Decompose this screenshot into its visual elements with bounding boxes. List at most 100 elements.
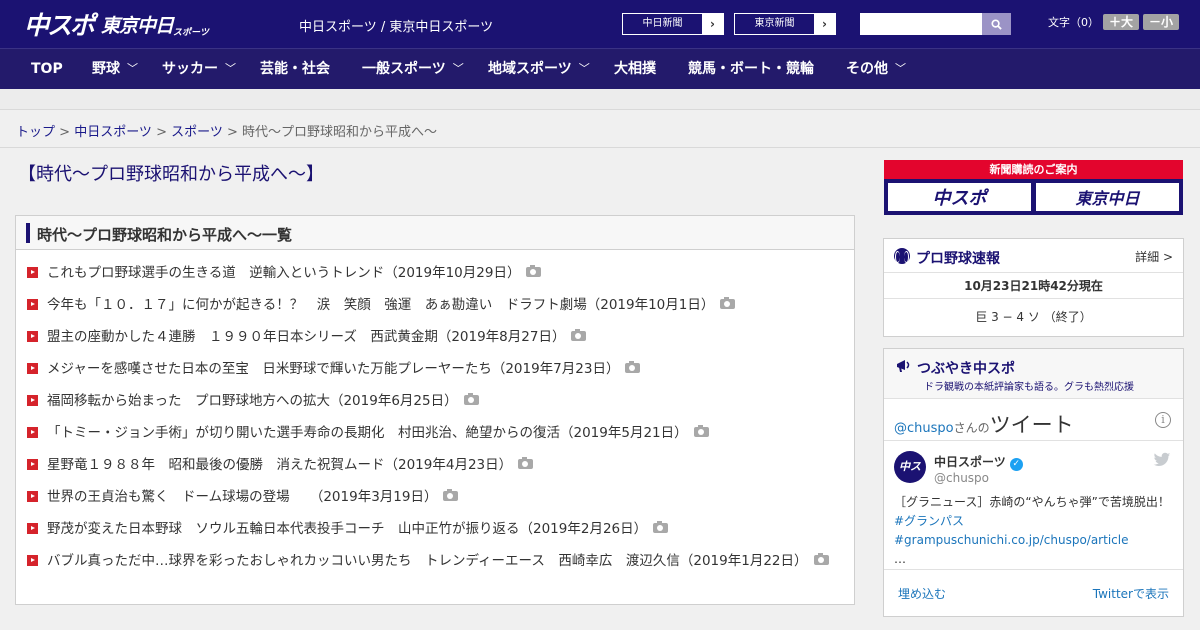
game-score[interactable]: 巨 3 − 4 ソ （終了） <box>884 299 1183 335</box>
tweet[interactable]: 中スポ 中日スポーツ ✓ @chuspo ［グラニュース］赤崎の“やんちゃ弾”で苦… <box>884 441 1183 570</box>
tweet-account-name[interactable]: 中日スポーツ ✓ <box>934 453 1023 471</box>
baseball-panel-header: プロ野球速報 詳細 > <box>884 239 1183 273</box>
list-item[interactable]: 「トミー・ジョン手術」が切り開いた選手寿命の長期化 村田兆治、絶望からの復活（2… <box>27 423 842 443</box>
camera-icon <box>625 361 641 373</box>
nav-item-other[interactable]: その他 ﹀ <box>846 49 906 89</box>
subscribe-tokyo-chunichi-logo[interactable]: 東京中日 <box>1035 182 1180 212</box>
nav-label: 競馬・ボート・競輪 <box>688 61 814 77</box>
chevron-right-icon: › <box>702 14 723 34</box>
tweet-screen-name[interactable]: @chuspo <box>934 471 989 485</box>
nav-label: 芸能・社会 <box>260 61 330 77</box>
search-input[interactable] <box>860 13 982 35</box>
breadcrumb-separator: > <box>222 125 243 140</box>
nav-item-soccer[interactable]: サッカー ﹀ <box>162 49 236 89</box>
list-item[interactable]: 今年も「１０．１７」に何かが起きる！？ 涙 笑顔 強運 あぁ勘違い ドラフト劇場… <box>27 295 842 315</box>
chevron-down-icon: ﹀ <box>895 62 906 75</box>
article-link[interactable]: バブル真っただ中…球界を彩ったおしゃれカッコいい男たち トレンディーエース 西崎… <box>47 553 808 569</box>
site-links[interactable]: 中日スポーツ / 東京中日スポーツ <box>299 16 493 35</box>
breadcrumb-sports[interactable]: スポーツ <box>171 125 223 140</box>
article-link[interactable]: 盟主の座動かした４連勝 １９９０年日本シリーズ 西武黄金期（2019年8月27日… <box>47 329 565 345</box>
chevron-down-icon: ﹀ <box>127 62 138 75</box>
tweet-widget-title: @chuspoさんのツイート <box>894 409 1074 439</box>
twitter-panel-header: つぶやき中スポ ドラ観戦の本紙評論家も語る。グラも熱烈応援 <box>884 349 1183 399</box>
logo-chuspo[interactable]: 中スポ <box>24 6 95 42</box>
subscribe-chuspo-logo[interactable]: 中スポ <box>887 182 1032 212</box>
nav-label: TOP <box>31 61 63 77</box>
list-item[interactable]: 福岡移転から始まった プロ野球地方への拡大（2019年6月25日） <box>27 391 842 411</box>
arrow-bullet-icon <box>27 427 38 438</box>
view-on-twitter-link[interactable]: Twitterで表示 <box>1093 585 1169 602</box>
nav-spacer-band <box>0 89 1200 110</box>
article-link[interactable]: 野茂が変えた日本野球 ソウル五輪日本代表投手コーチ 山中正竹が振り返る（2019… <box>47 521 647 537</box>
camera-icon <box>443 489 459 501</box>
article-link[interactable]: メジャーを感嘆させた日本の至宝 日米野球で輝いた万能プレーヤーたち（2019年7… <box>47 361 619 377</box>
list-item[interactable]: 盟主の座動かした４連勝 １９９０年日本シリーズ 西武黄金期（2019年8月27日… <box>27 327 842 347</box>
font-size-plus-button[interactable]: ＋大 <box>1103 14 1140 30</box>
list-item[interactable]: 世界の王貞治も驚く ドーム球場の登場 （2019年3月19日） <box>27 487 842 507</box>
baseball-detail-link[interactable]: 詳細 > <box>1135 248 1173 265</box>
subscription-banner[interactable]: 新聞購読のご案内 中スポ 東京中日 <box>884 160 1183 215</box>
search-box <box>860 13 1011 35</box>
nav-label: 地域スポーツ <box>488 61 572 77</box>
tokyo-shimbun-label: 東京新聞 <box>754 18 795 29</box>
arrow-bullet-icon <box>27 491 38 502</box>
verified-badge-icon: ✓ <box>1009 458 1023 471</box>
hashtag-link[interactable]: #グランパス <box>894 514 964 528</box>
megaphone-icon <box>897 360 910 372</box>
list-item[interactable]: 星野竜１９８８年 昭和最後の優勝 消えた祝賀ムード（2019年4月23日） <box>27 455 842 475</box>
tweet-text-plain: ［グラニュース］赤崎の“やんちゃ弾”で苦境脱出！ <box>894 495 1170 509</box>
logo-sports-sub: スポーツ <box>173 28 209 38</box>
chevron-down-icon: ﹀ <box>452 62 464 75</box>
handle-suffix: さんの <box>953 421 990 435</box>
info-icon[interactable]: i <box>1155 412 1171 428</box>
site-logo[interactable]: 中スポ 東京中日 スポーツ <box>24 8 209 40</box>
breadcrumb-chunichi-sports[interactable]: 中日スポーツ <box>74 125 152 140</box>
nav-item-racing[interactable]: 競馬・ボート・競輪 <box>688 49 821 89</box>
embed-link[interactable]: 埋め込む <box>898 585 946 602</box>
nav-item-baseball[interactable]: 野球 ﹀ <box>92 49 138 89</box>
nav-item-sumo[interactable]: 大相撲 <box>614 49 663 89</box>
chevron-right-icon: › <box>814 14 835 34</box>
article-link[interactable]: 福岡移転から始まった プロ野球地方への拡大（2019年6月25日） <box>47 393 458 409</box>
nav-item-regional-sports[interactable]: 地域スポーツ ﹀ <box>488 49 590 89</box>
logo-tokyo-chunichi[interactable]: 東京中日 <box>101 11 174 38</box>
tokyo-shimbun-button[interactable]: 東京新聞 › <box>734 13 836 35</box>
twitter-bird-icon[interactable] <box>1153 452 1171 468</box>
arrow-bullet-icon <box>27 395 38 406</box>
article-url-link[interactable]: chunichi.co.jp/chuspo/article <box>957 533 1128 547</box>
nav-item-top[interactable]: TOP <box>31 49 70 89</box>
article-link[interactable]: 世界の王貞治も驚く ドーム球場の登場 （2019年3月19日） <box>47 489 437 505</box>
twitter-panel-subtitle: ドラ観戦の本紙評論家も語る。グラも熱烈応援 <box>924 382 1134 393</box>
article-link[interactable]: 星野竜１９８８年 昭和最後の優勝 消えた祝賀ムード（2019年4月23日） <box>47 457 512 473</box>
nav-label: その他 <box>846 61 888 77</box>
nav-label: 一般スポーツ <box>362 61 446 77</box>
font-size-minus-button[interactable]: －小 <box>1143 14 1180 30</box>
list-item[interactable]: メジャーを感嘆させた日本の至宝 日米野球で輝いた万能プレーヤーたち（2019年7… <box>27 359 842 379</box>
article-link[interactable]: 今年も「１０．１７」に何かが起きる！？ 涙 笑顔 強運 あぁ勘違い ドラフト劇場… <box>47 297 714 313</box>
tweet-handle-link[interactable]: @chuspo <box>894 421 954 436</box>
font-size-label: 文字（0） <box>1048 16 1099 29</box>
tweets-label: ツイート <box>989 413 1074 437</box>
search-button[interactable] <box>982 13 1011 35</box>
chunichi-shimbun-button[interactable]: 中日新聞 › <box>622 13 724 35</box>
avatar[interactable]: 中スポ <box>894 451 926 505</box>
article-link[interactable]: これもプロ野球選手の生きる道 逆輸入というトレンド（2019年10月29日） <box>47 265 520 281</box>
camera-icon <box>653 521 669 533</box>
tweet-widget-footer: 埋め込む Twitterで表示 <box>884 570 1183 615</box>
nav-item-general-sports[interactable]: 一般スポーツ ﹀ <box>362 49 464 89</box>
list-item[interactable]: バブル真っただ中…球界を彩ったおしゃれカッコいい男たち トレンディーエース 西崎… <box>27 551 842 571</box>
baseball-icon <box>894 248 910 264</box>
hashtag-link[interactable]: #grampus <box>894 533 957 547</box>
chevron-down-icon: ﹀ <box>578 62 590 75</box>
article-link[interactable]: 「トミー・ジョン手術」が切り開いた選手寿命の長期化 村田兆治、絶望からの復活（2… <box>47 425 688 441</box>
tweet-widget-header: @chuspoさんのツイート i <box>884 399 1183 441</box>
nav-item-entertainment[interactable]: 芸能・社会 <box>260 49 337 89</box>
baseball-panel-title: プロ野球速報 <box>916 251 1000 267</box>
breadcrumb-top[interactable]: トップ <box>16 125 55 140</box>
page-title: 【時代～プロ野球昭和から平成へ～】 <box>18 164 324 185</box>
camera-icon <box>693 425 709 437</box>
breadcrumb-current: 時代～プロ野球昭和から平成へ～ <box>242 125 438 140</box>
account-name-text: 中日スポーツ <box>934 455 1006 469</box>
list-item[interactable]: 野茂が変えた日本野球 ソウル五輪日本代表投手コーチ 山中正竹が振り返る（2019… <box>27 519 842 539</box>
list-item[interactable]: これもプロ野球選手の生きる道 逆輸入というトレンド（2019年10月29日） <box>27 263 842 283</box>
